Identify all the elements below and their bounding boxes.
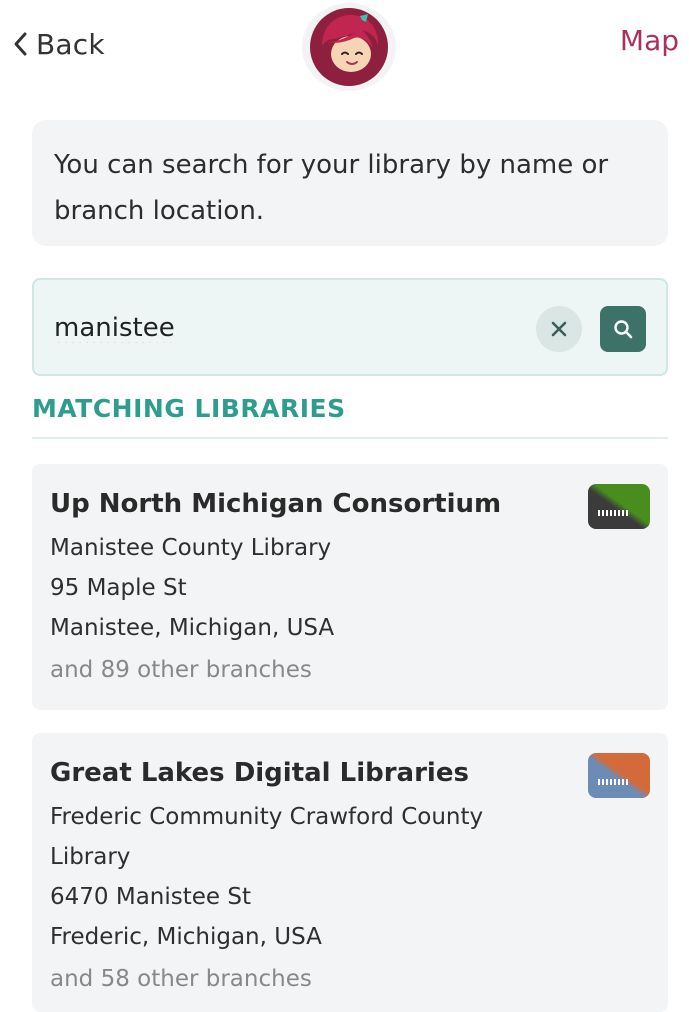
branch-city: Manistee, Michigan, USA [50, 615, 335, 641]
library-card-icon [588, 753, 650, 798]
library-card[interactable]: Great Lakes Digital Libraries Frederic C… [32, 733, 668, 1012]
back-label: Back [36, 27, 105, 61]
branch-street: 6470 Manistee St [50, 884, 251, 910]
close-icon [551, 321, 567, 337]
search-icon [614, 320, 633, 339]
back-button[interactable]: Back [12, 24, 105, 64]
libby-logo-icon [310, 8, 388, 86]
search-hint: You can search for your library by name … [32, 120, 668, 246]
library-card-icon [588, 484, 650, 529]
app-logo [302, 3, 396, 91]
branch-city: Frederic, Michigan, USA [50, 924, 322, 950]
other-branches-count: and 58 other branches [50, 966, 312, 992]
search-input[interactable] [54, 306, 524, 350]
map-link[interactable]: Map [620, 24, 679, 57]
section-title: MATCHING LIBRARIES [32, 394, 346, 423]
search-button[interactable] [600, 306, 646, 352]
section-divider [32, 437, 668, 439]
library-name: Up North Michigan Consortium [50, 489, 502, 519]
branch-name: Frederic Community Crawford County Libra… [50, 804, 484, 870]
search-box [32, 278, 668, 376]
other-branches-count: and 89 other branches [50, 657, 312, 683]
clear-search-button[interactable] [536, 306, 582, 352]
branch-name: Manistee County Library [50, 535, 332, 561]
top-bar: Back Map [0, 0, 689, 96]
branch-street: 95 Maple St [50, 575, 187, 601]
chevron-left-icon [14, 32, 27, 56]
library-card[interactable]: Up North Michigan Consortium Manistee Co… [32, 464, 668, 710]
library-name: Great Lakes Digital Libraries [50, 758, 469, 788]
